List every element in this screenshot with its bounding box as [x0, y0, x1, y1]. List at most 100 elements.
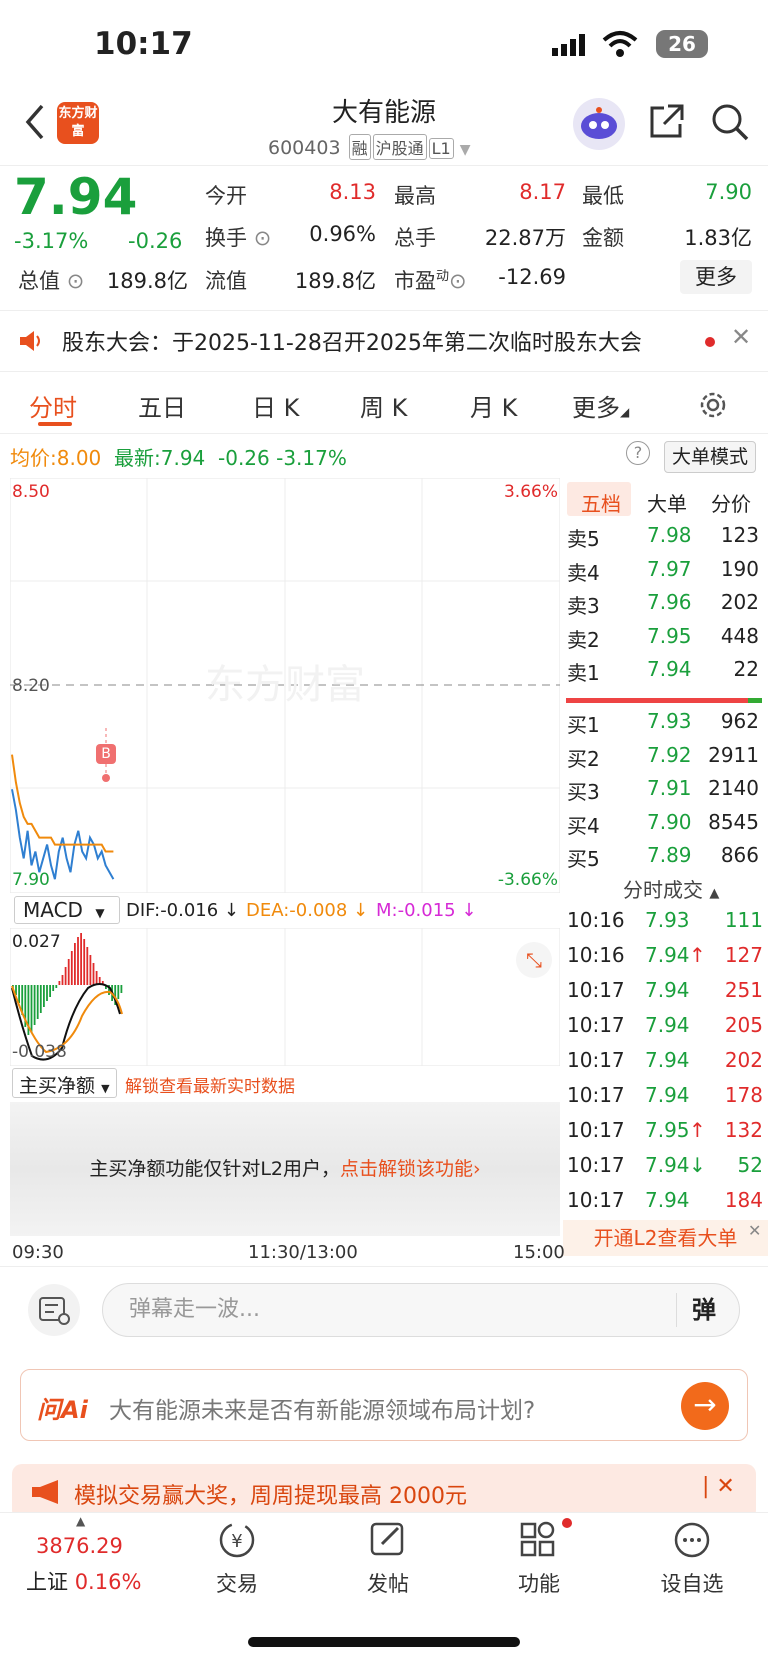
nav-functions[interactable]: 功能: [494, 1568, 584, 1598]
l2-lock-panel[interactable]: 主买净额功能仅针对L2用户，点击解锁该功能›: [10, 1102, 560, 1236]
settings-gear-icon[interactable]: [698, 390, 728, 420]
macd-bottom-label: -0.038: [12, 1042, 67, 1062]
buy-level-row[interactable]: 买5 7.89 866: [567, 843, 763, 873]
stock-code: 600403: [268, 137, 341, 159]
macd-bar: [52, 985, 55, 991]
macd-selector[interactable]: MACD ▼: [14, 896, 120, 924]
functions-icon[interactable]: [518, 1520, 558, 1560]
post-icon[interactable]: [368, 1520, 408, 1560]
comment-input[interactable]: 弹幕走一波...: [102, 1283, 740, 1337]
macd-chart[interactable]: 0.027 -0.038 ⤡: [9, 927, 561, 1067]
trade-direction: ↑: [689, 943, 706, 967]
close-icon[interactable]: | ✕: [702, 1474, 735, 1499]
active-tab-indicator: [38, 422, 72, 426]
level-price: 7.89: [647, 843, 692, 867]
danmaku-button[interactable]: 弹: [676, 1293, 716, 1327]
nav-trade[interactable]: 交易: [192, 1568, 282, 1598]
trade-icon[interactable]: ¥: [216, 1520, 258, 1560]
tab-daily-k[interactable]: 日 K: [252, 388, 299, 423]
trade-price: 7.94: [645, 1013, 690, 1037]
trade-price: 7.94: [645, 1048, 690, 1072]
amount-label: 金额: [582, 226, 624, 250]
caret-up-icon: ▲: [76, 1514, 86, 1528]
sell-level-row[interactable]: 卖3 7.96 202: [567, 590, 763, 620]
open-l2-banner[interactable]: 开通L2查看大单: [563, 1220, 768, 1256]
nav-watchlist[interactable]: 设自选: [647, 1568, 737, 1598]
trade-volume: 111: [724, 908, 763, 932]
pe-value: -12.69: [498, 265, 566, 289]
sell-level-row[interactable]: 卖4 7.97 190: [567, 557, 763, 587]
trade-direction: ↑: [689, 1118, 706, 1142]
help-icon[interactable]: ?: [626, 441, 650, 465]
danmaku-settings-icon[interactable]: [28, 1284, 80, 1336]
intraday-chart[interactable]: 东方财富 8.50 3.66% 8.20 7.90 -3.66% B: [9, 477, 561, 894]
stock-subtitle[interactable]: 600403 融沪股通 L1 ▼: [268, 134, 471, 160]
tab-five-day[interactable]: 五日: [138, 388, 186, 423]
unlock-feature-link[interactable]: 点击解锁该功能›: [340, 1158, 481, 1180]
macd-bar: [70, 951, 73, 985]
back-icon[interactable]: [24, 104, 46, 140]
amount-value: 1.83亿: [684, 226, 752, 250]
change-amount: -0.26: [128, 229, 183, 253]
trade-row: 10:17 7.94 251: [567, 978, 765, 1008]
info-icon[interactable]: ⊙: [67, 269, 85, 293]
share-icon[interactable]: [648, 102, 686, 140]
macd-bar: [39, 985, 42, 1013]
tab-more[interactable]: 更多◢: [572, 388, 629, 423]
buy-level-row[interactable]: 买3 7.91 2140: [567, 776, 763, 806]
sell-level-row[interactable]: 卖5 7.98 123: [567, 523, 763, 553]
chevron-down-icon: ▼: [459, 142, 471, 158]
notice-bar[interactable]: 股东大会：于2025-11-28召开2025年第二次临时股东大会 ✕: [0, 310, 768, 372]
notification-dot: [562, 1518, 572, 1528]
unlock-link[interactable]: 解锁查看最新实时数据: [125, 1072, 295, 1097]
index-value[interactable]: 3876.29: [36, 1534, 123, 1558]
close-icon[interactable]: ✕: [731, 323, 751, 351]
level-price: 7.90: [647, 809, 692, 834]
info-icon[interactable]: ⊙: [449, 269, 467, 293]
macd-bar: [86, 947, 89, 985]
app-logo[interactable]: 东方财富: [57, 102, 99, 144]
sell-level-row[interactable]: 卖1 7.94 22: [567, 657, 763, 687]
close-icon[interactable]: ✕: [748, 1221, 761, 1240]
sell-level-row[interactable]: 卖2 7.95 448: [567, 624, 763, 654]
status-time: 10:17: [94, 26, 193, 62]
macd-bar: [92, 963, 95, 985]
arrow-right-icon[interactable]: →: [681, 1382, 729, 1430]
trade-volume: 205: [724, 1013, 763, 1037]
level-price: 7.96: [647, 590, 692, 614]
tab-big-orders[interactable]: 大单: [647, 488, 687, 517]
robot-avatar-icon[interactable]: [573, 98, 625, 150]
macd-chart-svg: [9, 927, 561, 1067]
add-watchlist-icon[interactable]: [672, 1520, 712, 1560]
volume-value: 22.87万: [484, 226, 566, 250]
level-label: 卖2: [567, 627, 600, 652]
index-name[interactable]: 上证 0.16%: [26, 1566, 141, 1596]
buy-level-row[interactable]: 买4 7.90 8545: [567, 810, 763, 840]
tab-weekly-k[interactable]: 周 K: [360, 388, 407, 423]
m-value: M:-0.015 ↓: [376, 900, 477, 921]
ai-logo: 问Ai: [37, 1396, 88, 1424]
macd-bar: [58, 981, 61, 985]
trades-title[interactable]: 分时成交 ▲: [623, 874, 719, 903]
macd-indicator-row: MACD ▼ DIF:-0.016 ↓ DEA:-0.008 ↓ M:-0.01…: [10, 896, 560, 926]
trade-row: 10:16 7.94 ↑ 127: [567, 943, 765, 973]
ai-question-card[interactable]: 问Ai 大有能源未来是否有新能源领域布局计划? →: [20, 1369, 748, 1441]
dea-value: DEA:-0.008 ↓: [246, 900, 369, 921]
buy-marker[interactable]: B: [96, 744, 116, 764]
tab-price-dist[interactable]: 分价: [711, 488, 751, 517]
tag-margin: 融: [348, 134, 371, 160]
status-bar: 10:17 26: [0, 0, 768, 90]
expand-icon[interactable]: ⤡: [516, 942, 552, 978]
search-icon[interactable]: [710, 102, 750, 142]
big-order-mode-button[interactable]: 大单模式: [664, 441, 756, 473]
tab-monthly-k[interactable]: 月 K: [470, 388, 517, 423]
nav-post[interactable]: 发帖: [343, 1568, 433, 1598]
info-icon[interactable]: ⊙: [254, 226, 272, 250]
tab-intraday[interactable]: 分时: [29, 388, 77, 423]
buy-level-row[interactable]: 买1 7.93 962: [567, 709, 763, 739]
main-buy-selector[interactable]: 主买净额 ▼: [12, 1068, 117, 1098]
stock-name: 大有能源: [331, 98, 436, 128]
buy-level-row[interactable]: 买2 7.92 2911: [567, 743, 763, 773]
more-button[interactable]: 更多: [680, 260, 752, 294]
tab-five-levels[interactable]: 五档: [581, 488, 621, 517]
